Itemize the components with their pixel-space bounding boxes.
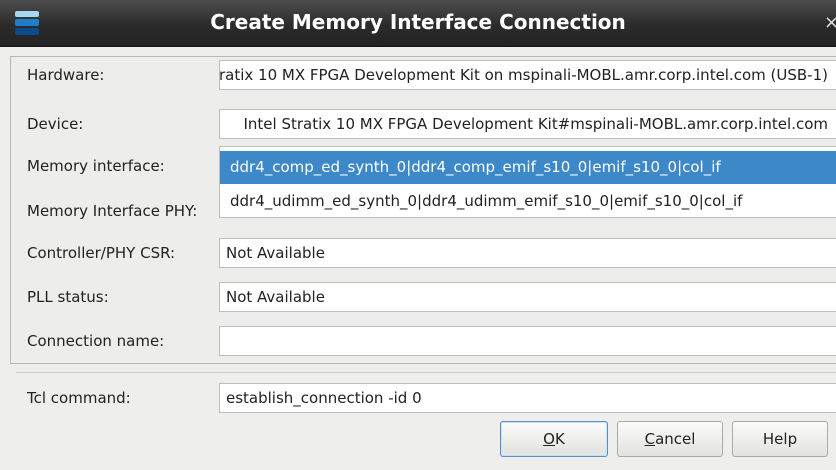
dialog-window: Create Memory Interface Connection × Har… bbox=[0, 0, 836, 470]
cancel-button[interactable]: Cancel bbox=[617, 421, 723, 457]
memory-interface-label: Memory interface: bbox=[27, 157, 165, 175]
tcl-command-field[interactable]: establish_connection -id 0 bbox=[219, 383, 836, 413]
memory-interface-option[interactable]: ddr4_udimm_ed_synth_0|ddr4_udimm_emif_s1… bbox=[220, 185, 836, 218]
cancel-label-rest: ancel bbox=[655, 430, 696, 448]
ok-button[interactable]: OK bbox=[500, 421, 608, 457]
title-bar[interactable]: Create Memory Interface Connection × bbox=[0, 0, 836, 47]
memory-interface-list[interactable]: ddr4_comp_ed_synth_0|ddr4_comp_emif_s10_… bbox=[219, 146, 836, 218]
cancel-mnemonic: C bbox=[644, 430, 656, 448]
hardware-field[interactable]: Intel Stratix 10 MX FPGA Development Kit… bbox=[219, 60, 836, 90]
pll-status-field[interactable]: Not Available bbox=[219, 282, 836, 312]
section-divider bbox=[16, 372, 836, 373]
pll-status-label: PLL status: bbox=[27, 288, 109, 306]
memory-interface-option-selected[interactable]: ddr4_comp_ed_synth_0|ddr4_comp_emif_s10_… bbox=[220, 151, 836, 184]
device-value: Intel Stratix 10 MX FPGA Development Kit… bbox=[243, 115, 828, 133]
device-field[interactable]: Intel Stratix 10 MX FPGA Development Kit… bbox=[219, 109, 836, 139]
hardware-label: Hardware: bbox=[27, 66, 105, 84]
connection-name-label: Connection name: bbox=[27, 332, 165, 350]
controller-phy-csr-field[interactable]: Not Available bbox=[219, 238, 836, 268]
tcl-command-label: Tcl command: bbox=[27, 389, 131, 407]
close-icon[interactable]: × bbox=[824, 12, 836, 33]
ok-label-rest: K bbox=[554, 430, 565, 448]
hardware-value: Intel Stratix 10 MX FPGA Development Kit… bbox=[219, 66, 828, 84]
connection-name-input[interactable] bbox=[219, 326, 836, 356]
help-button[interactable]: Help bbox=[732, 421, 828, 457]
ok-mnemonic: O bbox=[543, 430, 555, 448]
memory-interface-phy-label: Memory Interface PHY: bbox=[27, 202, 198, 220]
controller-phy-csr-label: Controller/PHY CSR: bbox=[27, 244, 176, 262]
device-label: Device: bbox=[27, 115, 84, 133]
window-title: Create Memory Interface Connection bbox=[210, 10, 626, 34]
